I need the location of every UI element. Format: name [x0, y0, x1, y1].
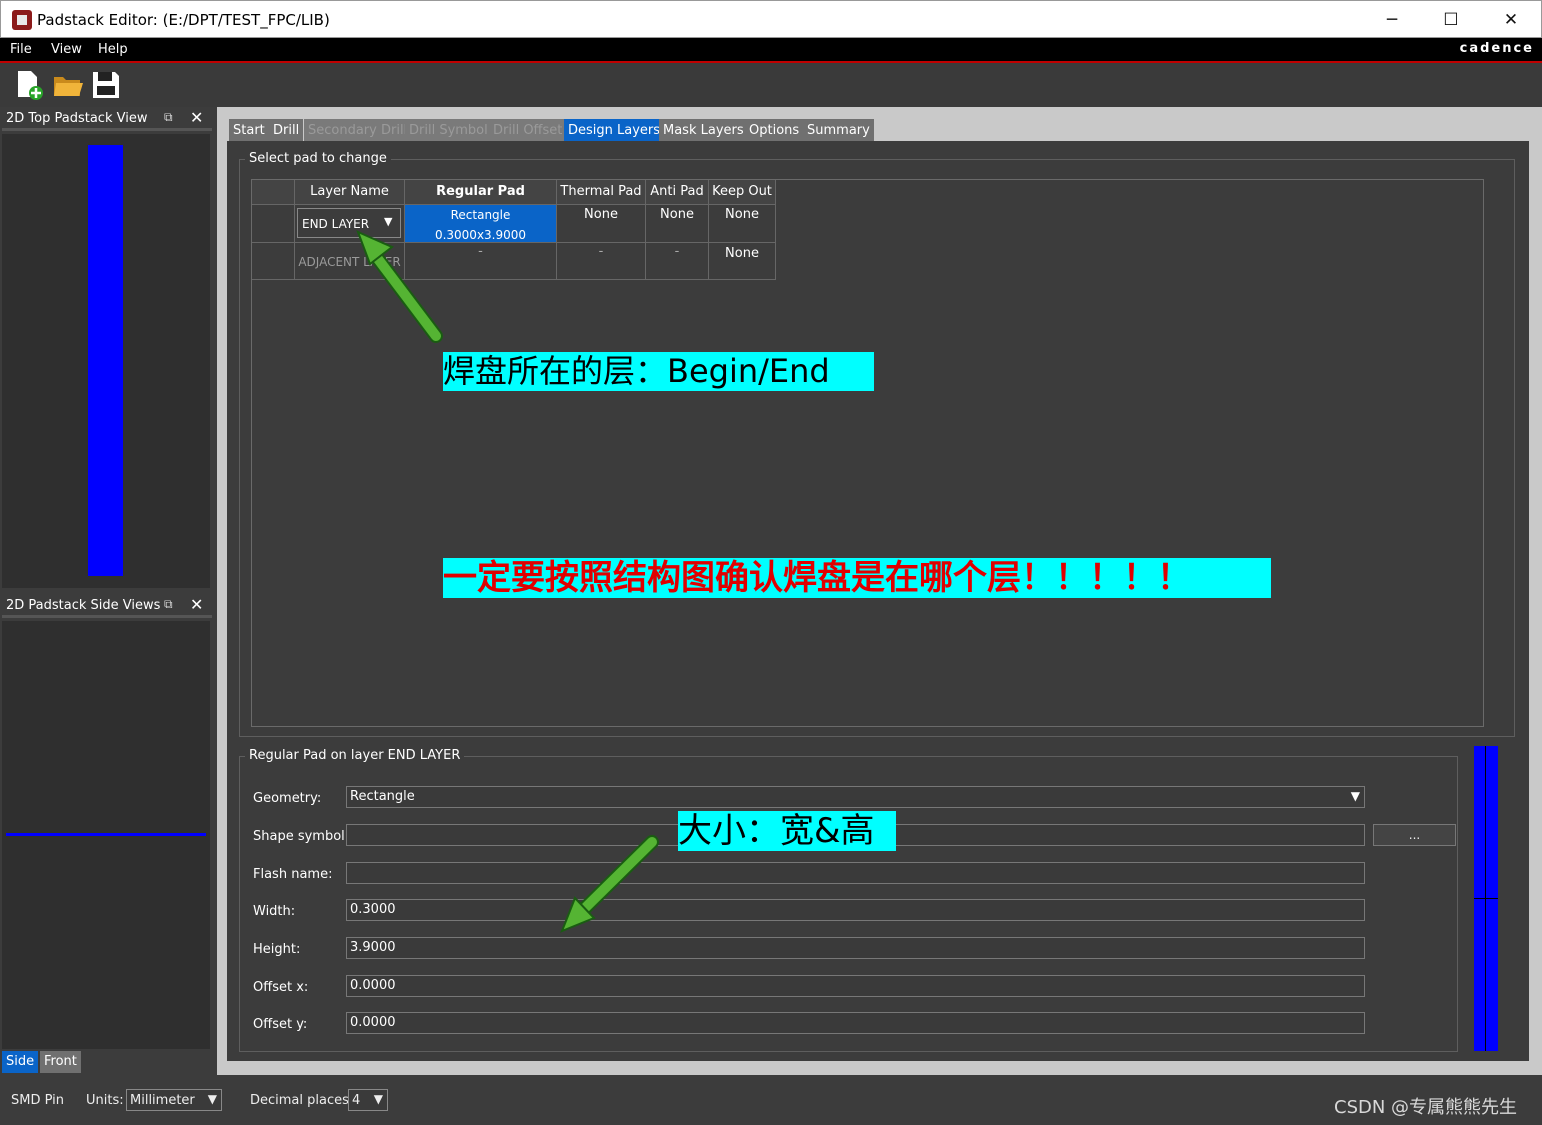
new-file-icon[interactable]	[12, 68, 46, 102]
close-window-button[interactable]: ✕	[1496, 7, 1526, 33]
side-view-header: 2D Padstack Side Views ⧉ ✕	[2, 594, 212, 618]
title-bar: Padstack Editor: (E:/DPT/TEST_FPC/LIB) ─…	[0, 0, 1542, 38]
units-label: Units:	[86, 1093, 124, 1108]
pad-shape-top	[88, 145, 123, 576]
regular-pad-cell: -	[405, 243, 557, 280]
tab-side[interactable]: Side	[2, 1051, 39, 1073]
height-field[interactable]: 3.9000	[346, 937, 1365, 959]
layer-select-value: END LAYER	[302, 217, 370, 231]
width-field[interactable]: 0.3000	[346, 899, 1365, 921]
menu-help[interactable]: Help	[98, 42, 128, 57]
chevron-down-icon: ▼	[373, 1092, 383, 1106]
tab-mask-layers[interactable]: Mask Layers	[659, 119, 748, 142]
width-label: Width:	[253, 904, 296, 919]
layer-select[interactable]: END LAYER ▼	[295, 205, 405, 243]
close-icon[interactable]: ✕	[190, 595, 203, 614]
layer-annotation: 焊盘所在的层：Begin/End	[443, 352, 874, 391]
tab-drill[interactable]: Drill	[269, 119, 304, 142]
decimal-label: Decimal places:	[250, 1093, 354, 1108]
header-keep-out: Keep Out	[709, 180, 776, 205]
app-icon	[12, 10, 32, 30]
regular-pad-title: Regular Pad on layer END LAYER	[245, 748, 465, 763]
regular-pad-group: Regular Pad on layer END LAYER Geometry:…	[239, 748, 1458, 1052]
anti-pad-cell[interactable]: None	[646, 205, 709, 243]
pin-mode: SMD Pin	[11, 1093, 65, 1108]
float-icon[interactable]: ⧉	[164, 110, 173, 125]
close-icon[interactable]: ✕	[190, 108, 203, 127]
thermal-pad-cell: -	[557, 243, 646, 280]
row-header[interactable]	[252, 243, 295, 280]
flash-name-label: Flash name:	[253, 867, 333, 882]
offset-y-field[interactable]: 0.0000	[346, 1012, 1365, 1034]
select-pad-title: Select pad to change	[245, 151, 391, 166]
float-icon[interactable]: ⧉	[164, 597, 173, 612]
chevron-down-icon: ▼	[384, 215, 393, 228]
left-dock: 2D Top Padstack View ⧉ ✕ 2D Padstack Sid…	[0, 107, 217, 1075]
units-value: Millimeter	[130, 1093, 195, 1108]
tab-design-layers[interactable]: Design Layers	[564, 119, 665, 142]
height-label: Height:	[253, 942, 301, 957]
open-folder-icon[interactable]	[51, 68, 85, 102]
toolbar	[0, 63, 1542, 107]
chevron-down-icon: ▼	[207, 1092, 217, 1106]
watermark: CSDN @专属熊熊先生	[1334, 1097, 1518, 1118]
pad-table: Layer Name Regular Pad Thermal Pad Anti …	[251, 179, 1484, 727]
flash-name-field[interactable]	[346, 862, 1365, 884]
chevron-down-icon: ▼	[1350, 789, 1360, 803]
save-icon[interactable]	[89, 68, 123, 102]
keep-out-cell[interactable]: None	[709, 243, 776, 280]
decimal-select[interactable]: 4 ▼	[348, 1089, 388, 1111]
top-view-header: 2D Top Padstack View ⧉ ✕	[2, 107, 212, 131]
header-layer-name: Layer Name	[295, 180, 405, 205]
tab-start[interactable]: Start	[229, 119, 269, 142]
top-view-title: 2D Top Padstack View	[6, 111, 148, 126]
header-thermal-pad: Thermal Pad	[557, 180, 646, 205]
cadence-logo: cadence	[1459, 41, 1534, 56]
row-header[interactable]	[252, 205, 295, 243]
pad-preview	[1474, 746, 1498, 1051]
menu-bar: File View Help cadence	[0, 38, 1542, 63]
tab-front[interactable]: Front	[40, 1051, 81, 1073]
window-title: Padstack Editor: (E:/DPT/TEST_FPC/LIB)	[37, 11, 330, 29]
adjacent-layer-cell: ADJACENT LAYER	[295, 243, 405, 280]
size-annotation: 大小：宽&高	[678, 811, 896, 851]
maximize-button[interactable]: ☐	[1436, 7, 1466, 33]
browse-button[interactable]: ...	[1373, 824, 1456, 846]
side-view-canvas	[2, 621, 210, 1049]
units-select[interactable]: Millimeter ▼	[126, 1089, 222, 1111]
select-pad-group: Select pad to change Layer Name Regular …	[239, 151, 1515, 737]
anti-pad-cell: -	[646, 243, 709, 280]
status-bar: SMD Pin Units: Millimeter ▼ Decimal plac…	[0, 1075, 1542, 1125]
table-corner	[252, 180, 295, 205]
header-regular-pad: Regular Pad	[405, 180, 557, 205]
geometry-value: Rectangle	[350, 789, 415, 804]
top-view-canvas	[2, 134, 210, 588]
shape-symbol-label: Shape symbol:	[253, 829, 350, 844]
design-layers-page: Select pad to change Layer Name Regular …	[227, 141, 1529, 1061]
tab-secondary-drill: Secondary Drill	[304, 119, 412, 142]
menu-file[interactable]: File	[10, 42, 32, 57]
pad-shape-side	[6, 833, 206, 836]
side-view-title: 2D Padstack Side Views	[6, 598, 161, 613]
geometry-select[interactable]: Rectangle ▼	[346, 786, 1365, 808]
regular-pad-cell[interactable]: Rectangle 0.3000x3.9000	[405, 205, 557, 243]
geometry-label: Geometry:	[253, 791, 322, 806]
tab-drill-symbol: Drill Symbol	[405, 119, 492, 142]
tab-drill-offset: Drill Offset	[489, 119, 567, 142]
thermal-pad-cell[interactable]: None	[557, 205, 646, 243]
menu-view[interactable]: View	[51, 42, 82, 57]
tab-summary[interactable]: Summary	[803, 119, 874, 142]
tab-options[interactable]: Options	[745, 119, 804, 142]
decimal-value: 4	[352, 1093, 361, 1108]
keep-out-cell[interactable]: None	[709, 205, 776, 243]
header-anti-pad: Anti Pad	[646, 180, 709, 205]
offset-x-label: Offset x:	[253, 980, 309, 995]
warning-annotation: 一定要按照结构图确认焊盘是在哪个层！！！！！	[443, 558, 1271, 598]
offset-x-field[interactable]: 0.0000	[346, 975, 1365, 997]
offset-y-label: Offset y:	[253, 1017, 308, 1032]
minimize-button[interactable]: ─	[1377, 7, 1407, 33]
